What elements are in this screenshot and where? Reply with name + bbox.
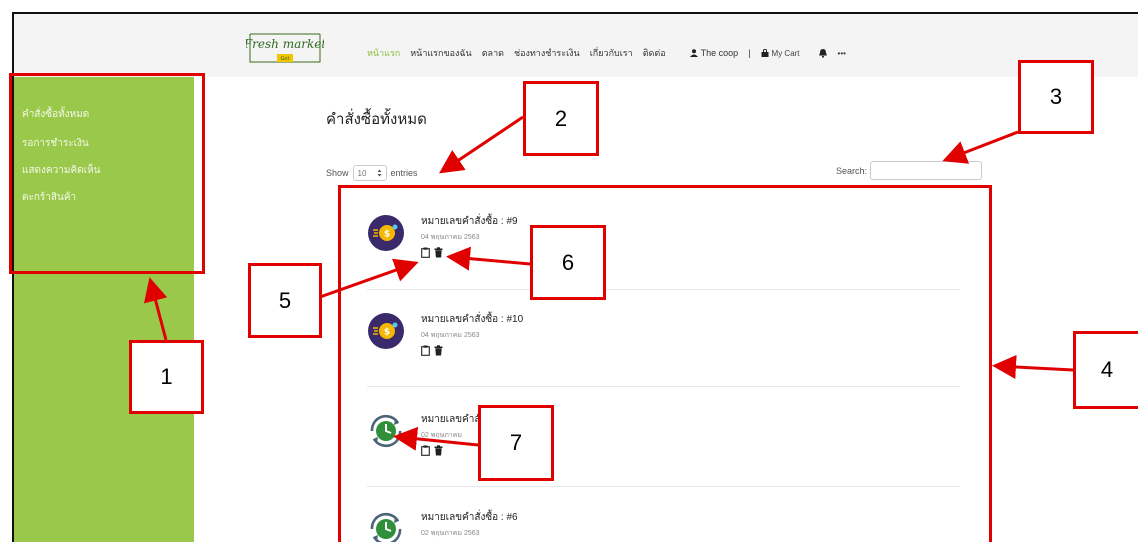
nav-separator: | <box>748 48 751 58</box>
nav-my-home[interactable]: หน้าแรกของฉัน <box>410 46 471 60</box>
callout-4: 4 <box>1073 331 1138 409</box>
entries-value: 10 <box>357 168 367 178</box>
callout-3: 3 <box>1018 60 1094 134</box>
nav-home[interactable]: หน้าแรก <box>367 46 400 60</box>
annotation-box-sidebar <box>9 73 205 274</box>
callout-5: 5 <box>248 263 322 338</box>
sort-arrows-icon <box>377 169 382 177</box>
entries-select[interactable]: 10 <box>352 165 387 181</box>
nav-payment[interactable]: ช่องทางชำระเงิน <box>514 46 580 60</box>
user-menu[interactable]: The coop <box>689 48 739 58</box>
callout-2: 2 <box>523 81 599 156</box>
search-label: Search: <box>836 165 868 176</box>
nav-about[interactable]: เกี่ยวกับเรา <box>590 46 633 60</box>
cart-link[interactable]: My Cart <box>761 49 800 58</box>
page-title: คำสั่งซื้อทั้งหมด <box>326 111 427 128</box>
fresh-market-logo[interactable]: Fresh market Got <box>246 28 324 68</box>
nav-contact[interactable]: ติดต่อ <box>643 46 666 60</box>
entries-control: Show 10 entries <box>326 165 418 181</box>
user-name: The coop <box>700 48 739 58</box>
search-input[interactable] <box>870 161 983 180</box>
logo-text: Fresh market <box>246 37 324 51</box>
user-icon <box>689 49 698 57</box>
nav-market[interactable]: ตลาด <box>482 46 504 60</box>
callout-7: 7 <box>478 405 554 481</box>
entries-label: entries <box>390 168 418 178</box>
top-navbar: Fresh market Got หน้าแรก หน้าแรกของฉัน ต… <box>14 14 1138 77</box>
annotation-box-orders <box>338 185 992 542</box>
bag-icon <box>761 49 769 57</box>
more-menu[interactable]: ••• <box>838 49 846 58</box>
show-label: Show <box>326 168 349 178</box>
cart-label: My Cart <box>771 48 800 58</box>
callout-1: 1 <box>129 340 204 414</box>
bell-icon[interactable] <box>818 48 828 58</box>
main-nav: หน้าแรก หน้าแรกของฉัน ตลาด ช่องทางชำระเง… <box>367 46 846 60</box>
svg-text:Got: Got <box>281 56 290 62</box>
search-control: Search: <box>836 161 983 180</box>
callout-6: 6 <box>530 225 606 300</box>
